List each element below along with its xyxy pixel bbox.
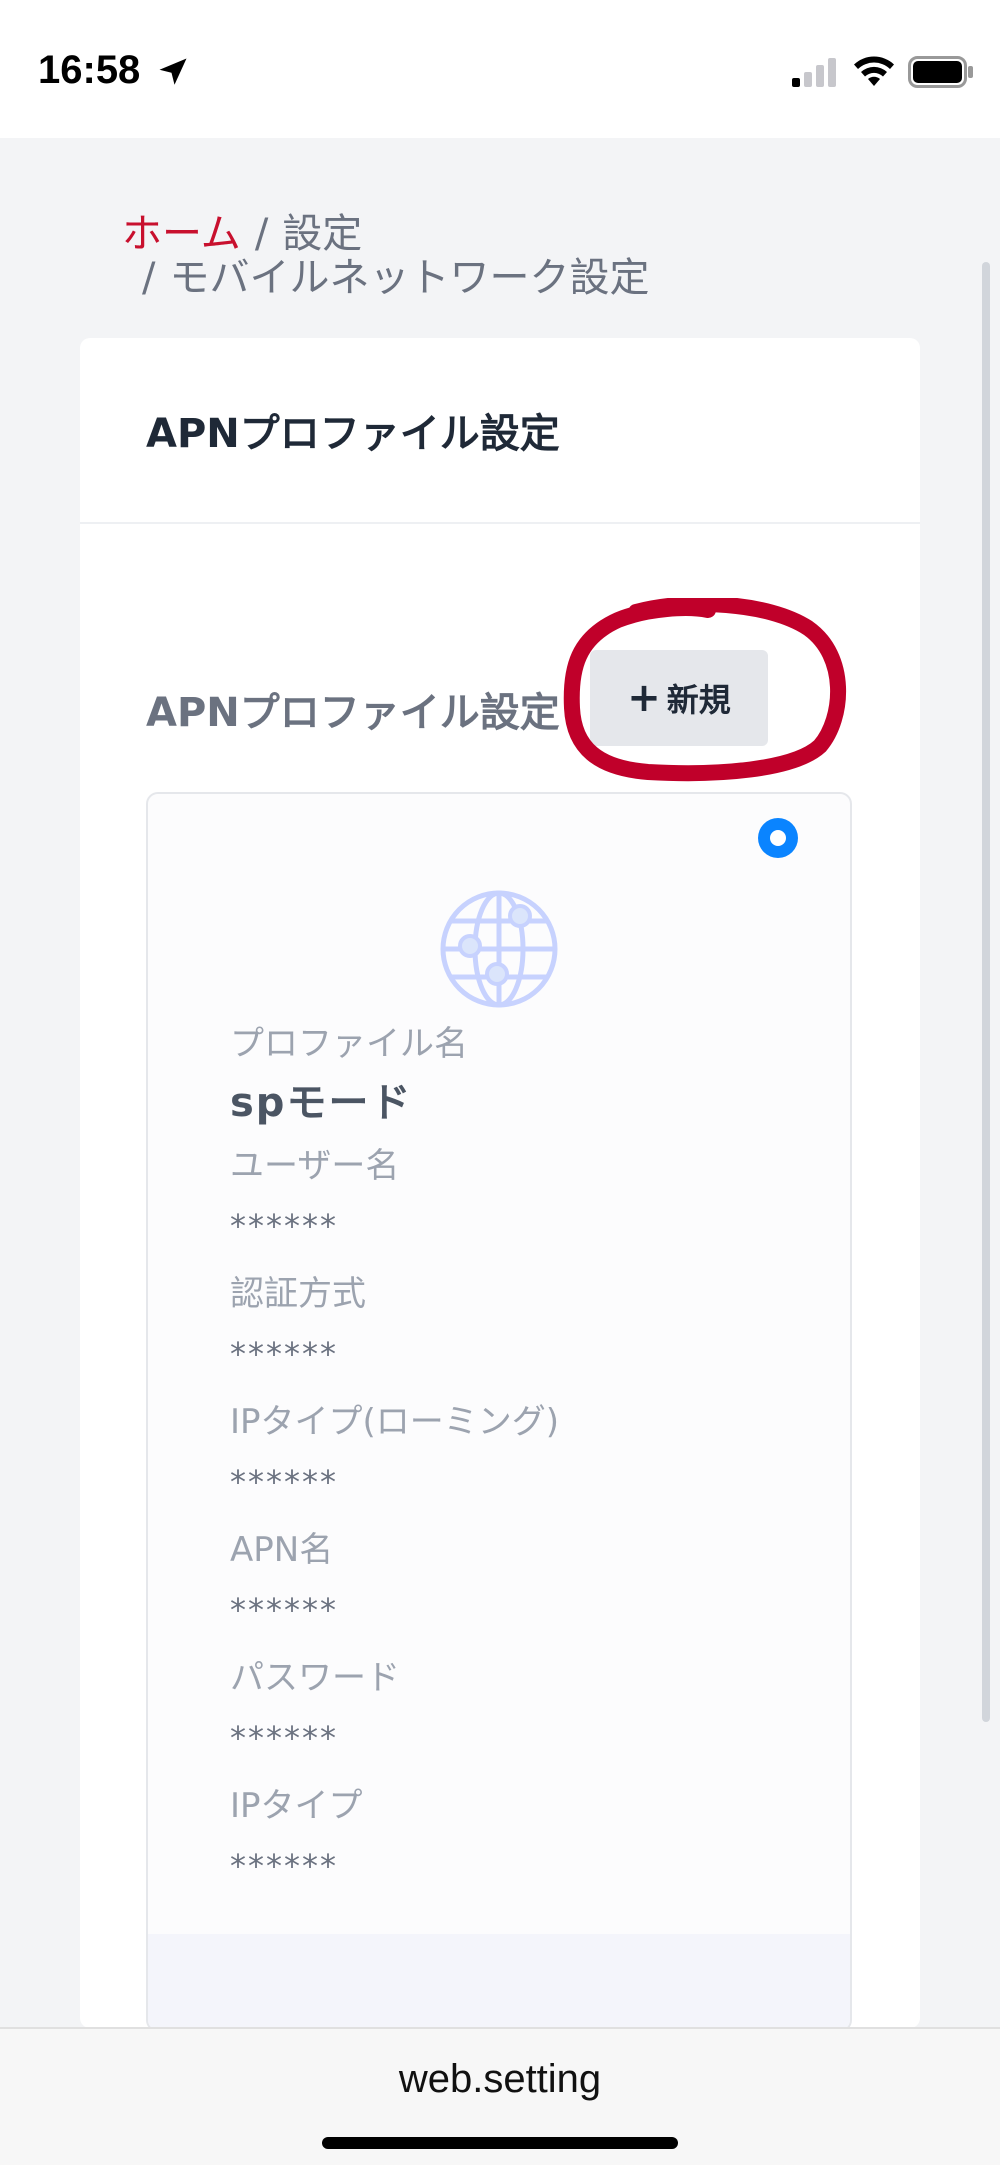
- new-profile-button[interactable]: + 新規: [590, 650, 768, 746]
- address-bar-url[interactable]: web.setting: [0, 2057, 1000, 2102]
- plus-icon: +: [627, 675, 661, 721]
- browser-bottom-bar: web.setting: [0, 2027, 1000, 2165]
- apn-settings-card: APNプロファイル設定 APNプロファイル設定 + 新規 プロファイル名 spモ…: [80, 338, 920, 2032]
- ip-type-roaming-label: IPタイプ(ローミング): [230, 1402, 560, 1442]
- apn-profile-card[interactable]: プロファイル名 spモード ユーザー名 ****** 認証方式 ****** I…: [146, 792, 852, 2032]
- breadcrumb-current: モバイルネットワーク設定: [169, 255, 650, 301]
- card-header: APNプロファイル設定: [80, 338, 920, 524]
- profile-card-footer: [148, 1934, 850, 2030]
- username-value: ******: [230, 1207, 338, 1245]
- globe-network-icon: [440, 890, 558, 1008]
- ip-type-roaming-value: ******: [230, 1463, 338, 1501]
- wifi-icon: [854, 56, 894, 86]
- apn-name-value: ******: [230, 1591, 338, 1629]
- profile-radio-selected[interactable]: [758, 818, 798, 858]
- breadcrumb-home-link[interactable]: ホーム: [122, 211, 241, 257]
- location-arrow-icon: [159, 58, 187, 85]
- section-title: APNプロファイル設定: [146, 690, 560, 736]
- home-indicator: [322, 2137, 678, 2149]
- profile-name-label: プロファイル名: [230, 1024, 468, 1064]
- auth-method-value: ******: [230, 1335, 338, 1373]
- status-time: 16:58: [38, 48, 141, 92]
- apn-name-label: APN名: [230, 1530, 334, 1570]
- breadcrumb-separator: /: [254, 211, 269, 257]
- password-value: ******: [230, 1719, 338, 1757]
- auth-method-label: 認証方式: [230, 1274, 366, 1314]
- status-bar: 16:58: [0, 0, 1000, 138]
- scrollbar[interactable]: [982, 262, 990, 1722]
- section-header: APNプロファイル設定 + 新規: [146, 650, 866, 760]
- breadcrumb: ホーム / 設定 / モバイルネットワーク設定: [122, 212, 822, 300]
- battery-icon: [908, 56, 973, 88]
- cellular-signal-icon: [792, 58, 836, 87]
- ip-type-label: IPタイプ: [230, 1786, 363, 1826]
- ip-type-value: ******: [230, 1847, 338, 1885]
- breadcrumb-separator: /: [142, 255, 156, 301]
- breadcrumb-settings-link[interactable]: 設定: [282, 211, 362, 257]
- profile-fields: プロファイル名 spモード ユーザー名 ****** 認証方式 ****** I…: [230, 1020, 790, 1910]
- username-label: ユーザー名: [230, 1146, 400, 1186]
- new-button-label: 新規: [666, 681, 731, 719]
- profile-name-value: spモード: [230, 1080, 413, 1126]
- password-label: パスワード: [230, 1658, 400, 1698]
- card-title: APNプロファイル設定: [146, 411, 560, 457]
